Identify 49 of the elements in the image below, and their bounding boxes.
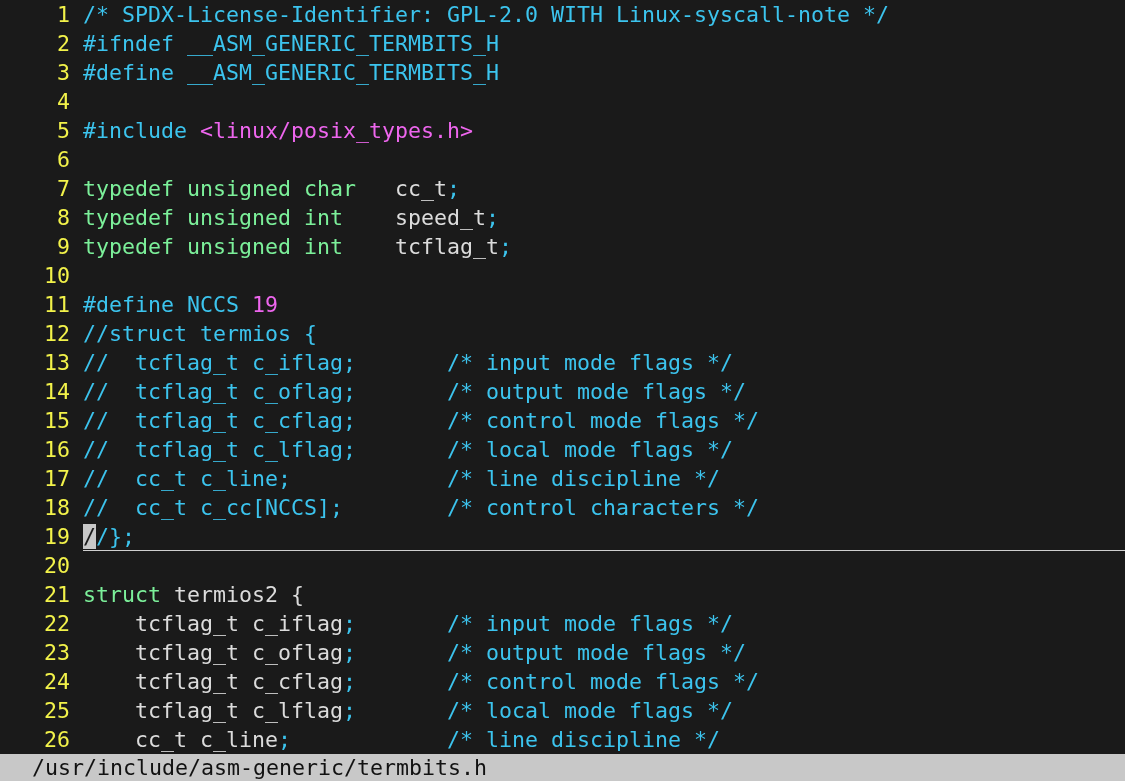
code-line: //struct termios { <box>83 320 318 348</box>
code-line: // tcflag_t c_lflag; /* local mode flags */ <box>83 436 735 464</box>
line-number: 3 <box>56 59 71 87</box>
line-number: 19 <box>43 523 71 551</box>
line-number: 26 <box>43 726 71 754</box>
code-line: cc_t c_line; /* line discipline */ <box>134 726 722 754</box>
line-number: 6 <box>56 146 71 174</box>
line-number: 10 <box>43 262 71 290</box>
line-number: 9 <box>56 233 71 261</box>
line-number: 25 <box>43 697 71 725</box>
code-line: #ifndef __ASM_GENERIC_TERMBITS_H <box>83 30 501 58</box>
code-line: tcflag_t c_iflag; /* input mode flags */ <box>134 610 735 638</box>
code-line: typedef unsigned int speed_t; <box>83 204 501 232</box>
line-number: 13 <box>43 349 71 377</box>
code-line: // tcflag_t c_cflag; /* control mode flags */ <box>83 407 761 435</box>
line-number: 2 <box>56 30 71 58</box>
line-number: 12 <box>43 320 71 348</box>
code-line: // cc_t c_cc[NCCS]; /* control characters */ <box>83 494 761 522</box>
line-number: 11 <box>43 291 71 319</box>
code-line: #define NCCS 19 <box>83 291 280 319</box>
line-number: 5 <box>56 117 71 145</box>
file-path: /usr/include/asm-generic/termbits.h <box>0 754 1125 781</box>
code-line: //}; <box>83 522 1125 551</box>
line-number: 18 <box>43 494 71 522</box>
code-line: struct termios2 { <box>83 581 306 609</box>
code-line: typedef unsigned int tcflag_t; <box>83 233 514 261</box>
line-number: 8 <box>56 204 71 232</box>
line-number: 16 <box>43 436 71 464</box>
line-number: 4 <box>56 88 71 116</box>
line-number: 20 <box>43 552 71 580</box>
line-number: 14 <box>43 378 71 406</box>
code-line: typedef unsigned char cc_t; <box>83 175 462 203</box>
line-number: 24 <box>43 668 71 696</box>
code-line: // tcflag_t c_oflag; /* output mode flags */ <box>83 378 748 406</box>
code-line: /* SPDX-License-Identifier: GPL-2.0 WITH Linux-syscall-note */ <box>83 1 891 29</box>
line-number: 22 <box>43 610 71 638</box>
line-number: 1 <box>56 1 71 29</box>
code-line: tcflag_t c_cflag; /* control mode flags */ <box>134 668 761 696</box>
code-line: tcflag_t c_lflag; /* local mode flags */ <box>134 697 735 725</box>
line-number: 7 <box>56 175 71 203</box>
line-number: 15 <box>43 407 71 435</box>
line-number: 21 <box>43 581 71 609</box>
code-line: // cc_t c_line; /* line discipline */ <box>83 465 722 493</box>
code-line: // tcflag_t c_iflag; /* input mode flags */ <box>83 349 735 377</box>
code-line: #define __ASM_GENERIC_TERMBITS_H <box>83 59 501 87</box>
code-line: tcflag_t c_oflag; /* output mode flags */ <box>134 639 748 667</box>
line-number: 17 <box>43 465 71 493</box>
code-line: #include <linux/posix_types.h> <box>83 117 475 145</box>
line-number: 23 <box>43 639 71 667</box>
